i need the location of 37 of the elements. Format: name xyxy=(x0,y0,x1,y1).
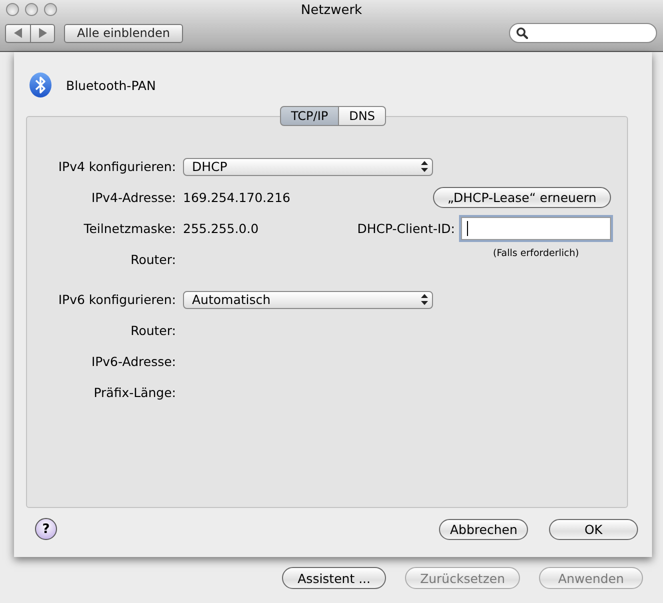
up-down-arrows-icon xyxy=(421,161,428,172)
bluetooth-icon xyxy=(28,72,53,98)
hint-text: (Falls erforderlich) xyxy=(492,248,580,259)
field-label: DHCP-Client-ID: xyxy=(357,221,455,236)
field-label: Router: xyxy=(130,252,176,267)
search-field[interactable] xyxy=(509,23,657,43)
field-label: IPv6 konfigurieren: xyxy=(57,292,176,307)
dropdown[interactable]: DHCP xyxy=(183,158,433,176)
search-icon xyxy=(516,27,528,39)
help-button[interactable]: ? xyxy=(35,518,57,540)
field-value: 255.255.0.0 xyxy=(183,221,259,236)
field-label: Router: xyxy=(130,323,176,338)
up-down-arrows-icon xyxy=(421,294,428,305)
field-label: IPv6-Adresse: xyxy=(90,354,176,369)
dialog-button[interactable]: OK xyxy=(549,518,638,540)
field-value: 169.254.170.216 xyxy=(183,190,290,205)
back-button[interactable] xyxy=(5,24,30,42)
field-label: Präfix-Länge: xyxy=(92,385,176,400)
dialog-button[interactable]: Abbrechen xyxy=(439,518,528,540)
window-title: Netzwerk xyxy=(300,2,362,18)
field-label: Teilnetzmaske: xyxy=(82,221,176,236)
action-button[interactable]: Assistent ... xyxy=(282,567,386,589)
service-name: Bluetooth-PAN xyxy=(66,78,156,92)
tab[interactable]: TCP/IP xyxy=(280,106,340,126)
field-label: IPv4 konfigurieren: xyxy=(57,159,176,174)
left-triangle-icon xyxy=(14,28,22,38)
show-all-button[interactable]: Alle einblenden xyxy=(64,24,183,42)
tab[interactable]: DNS xyxy=(339,106,386,126)
field-label: IPv4-Adresse: xyxy=(90,190,176,205)
dropdown[interactable]: Automatisch xyxy=(183,290,433,308)
zoom-button[interactable] xyxy=(44,3,57,16)
renew-lease-button[interactable]: „DHCP-Lease“ erneuern xyxy=(433,187,611,208)
text-field[interactable] xyxy=(461,217,611,240)
right-triangle-icon xyxy=(38,28,47,38)
minimize-button[interactable] xyxy=(25,3,38,16)
close-button[interactable] xyxy=(6,3,19,16)
forward-button[interactable] xyxy=(30,24,55,42)
